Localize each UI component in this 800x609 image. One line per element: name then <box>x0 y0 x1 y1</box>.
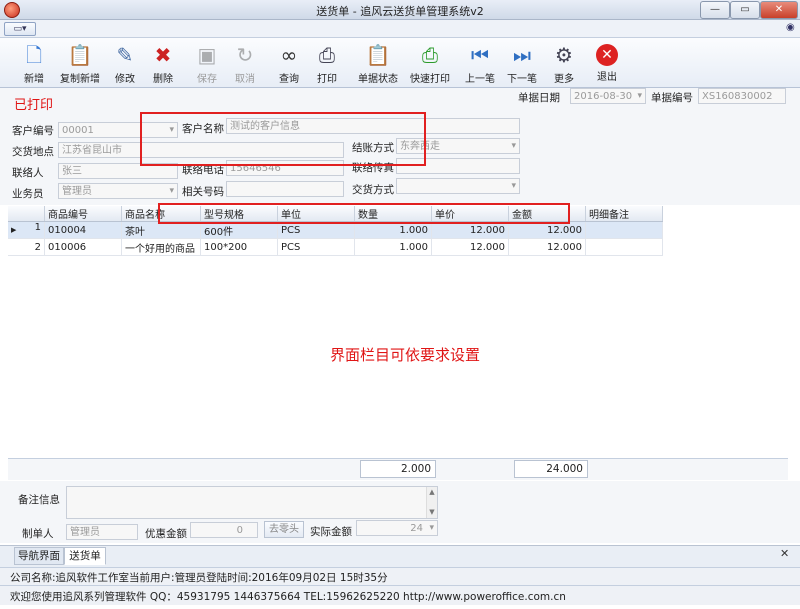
column-header[interactable]: 明细备注 <box>585 206 663 222</box>
doc-no-field[interactable]: XS160830002 <box>698 88 786 104</box>
status-line-1: 公司名称:追风软件工作室当前用户:管理员登陆时间:2016年09月02日 15时… <box>10 572 388 584</box>
delivery-place-label: 交货地点 <box>12 146 54 158</box>
delete-button[interactable]: ✖ 删除 <box>146 40 180 86</box>
row-index[interactable]: ▶ 1 <box>8 221 45 239</box>
prev-icon: ⏮ <box>471 43 489 67</box>
query-button[interactable]: ∞ 查询 <box>272 40 306 86</box>
tab-navigation[interactable]: 导航界面 <box>14 547 64 565</box>
table-cell[interactable]: 茶叶 <box>121 221 201 239</box>
row-header-corner <box>8 206 45 222</box>
ref-no-field[interactable] <box>226 181 344 197</box>
actual-amount-label: 实际金额 <box>310 526 352 538</box>
discount-label: 优惠金额 <box>145 528 187 540</box>
cancel-button[interactable]: ↻ 取消 <box>228 40 262 86</box>
quick-print-icon: ⎙ <box>422 43 438 67</box>
table-cell[interactable]: 100*200 <box>200 238 278 256</box>
window-title: 送货单 - 追风云送货单管理系统v2 <box>316 5 484 18</box>
discount-field[interactable]: 0 <box>190 522 258 538</box>
table-cell[interactable]: 12.000 <box>508 221 586 239</box>
print-button[interactable]: ⎙ 打印 <box>310 40 344 86</box>
table-cell[interactable] <box>585 238 663 256</box>
table-cell[interactable]: 12.000 <box>508 238 586 256</box>
maker-label: 制单人 <box>22 528 54 540</box>
round-off-button[interactable]: 去零头 <box>264 521 304 538</box>
table-cell[interactable]: PCS <box>277 221 355 239</box>
doc-date-label: 单据日期 <box>518 92 560 104</box>
memo-textarea[interactable] <box>66 486 438 519</box>
tab-delivery-note[interactable]: 送货单 <box>64 547 106 565</box>
new-icon: 🗋 <box>25 43 43 67</box>
copy-new-button[interactable]: 📋 复制新增 <box>56 40 104 86</box>
new-button[interactable]: 🗋 新增 <box>14 40 54 86</box>
customer-no-label: 客户编号 <box>12 125 54 137</box>
ref-no-label: 相关号码 <box>182 186 224 198</box>
printer-icon: ⎙ <box>319 43 335 67</box>
table-cell[interactable]: PCS <box>277 238 355 256</box>
delivery-method-dropdown[interactable] <box>396 178 520 194</box>
table-cell[interactable]: 1.000 <box>354 221 432 239</box>
quick-access-menu-icon[interactable]: ▭▾ <box>4 22 36 36</box>
edit-button[interactable]: ✎ 修改 <box>108 40 142 86</box>
quick-print-button[interactable]: ⎙ 快速打印 <box>406 40 454 86</box>
tab-strip <box>0 545 800 567</box>
close-tab-icon[interactable]: ✕ <box>780 547 789 560</box>
app-icon[interactable] <box>4 2 20 18</box>
total-quantity: 2.000 <box>360 460 436 478</box>
more-button[interactable]: ⚙ 更多 <box>544 40 584 86</box>
next-icon: ⏭ <box>513 43 531 67</box>
doc-no-label: 单据编号 <box>651 92 693 104</box>
previous-button[interactable]: ⏮ 上一笔 <box>460 40 500 86</box>
binoculars-icon: ∞ <box>280 43 298 67</box>
minimize-button[interactable]: — <box>700 1 730 19</box>
more-icon: ⚙ <box>555 43 573 67</box>
highlight-customer-box <box>140 112 426 166</box>
contact-label: 联络人 <box>12 167 44 179</box>
row-index[interactable]: 2 <box>8 238 45 256</box>
column-header[interactable]: 商品编号 <box>44 206 122 222</box>
table-cell[interactable]: 12.000 <box>431 238 509 256</box>
exit-button[interactable]: ✕ 退出 <box>590 40 624 86</box>
table-cell[interactable]: 一个好用的商品 <box>121 238 201 256</box>
memo-scrollbar[interactable]: ▲ ▼ <box>426 487 437 518</box>
clipboard-icon: 📋 <box>365 43 391 67</box>
close-button[interactable]: ✕ <box>760 1 798 19</box>
title-bar: 送货单 - 追风云送货单管理系统v2 <box>0 0 800 20</box>
highlight-columns-box <box>158 203 570 224</box>
salesman-dropdown[interactable]: 管理员 <box>58 183 178 199</box>
printed-status: 已打印 <box>14 98 54 113</box>
save-icon: ▣ <box>197 43 217 67</box>
salesman-label: 业务员 <box>12 188 44 200</box>
table-row[interactable]: ▶ 1 010004 茶叶 600件 PCS 1.000 12.000 12.00… <box>8 221 663 239</box>
delivery-method-label: 交货方式 <box>352 184 394 196</box>
quick-access-bar <box>0 20 800 38</box>
memo-label: 备注信息 <box>18 494 60 506</box>
edit-icon: ✎ <box>116 43 134 67</box>
maximize-button[interactable]: ▭ <box>730 1 760 19</box>
exit-icon: ✕ <box>596 44 618 66</box>
hint-text: 界面栏目可依要求设置 <box>330 346 481 364</box>
actual-amount-field[interactable]: 24 <box>356 520 438 536</box>
help-icon[interactable]: ◉ <box>786 22 795 33</box>
doc-status-button[interactable]: 📋 单据状态 <box>354 40 402 86</box>
delete-icon: ✖ <box>154 43 172 67</box>
next-button[interactable]: ⏭ 下一笔 <box>502 40 542 86</box>
copy-icon: 📋 <box>67 43 93 67</box>
table-cell[interactable]: 010006 <box>44 238 122 256</box>
doc-date-field[interactable]: 2016-08-30 <box>570 88 646 104</box>
row-pointer-icon: ▶ <box>11 226 17 234</box>
total-amount: 24.000 <box>514 460 588 478</box>
save-button[interactable]: ▣ 保存 <box>190 40 224 86</box>
table-cell[interactable]: 12.000 <box>431 221 509 239</box>
table-row[interactable]: 2 010006 一个好用的商品 100*200 PCS 1.000 12.00… <box>8 238 663 256</box>
status-line-2: 欢迎您使用追风系列管理软件 QQ：45931795 1446375664 TEL… <box>10 591 566 603</box>
table-cell[interactable]: 1.000 <box>354 238 432 256</box>
table-cell[interactable] <box>585 221 663 239</box>
maker-field[interactable]: 管理员 <box>66 524 138 540</box>
table-cell[interactable]: 010004 <box>44 221 122 239</box>
cancel-icon: ↻ <box>236 43 254 67</box>
table-cell[interactable]: 600件 <box>200 221 278 239</box>
